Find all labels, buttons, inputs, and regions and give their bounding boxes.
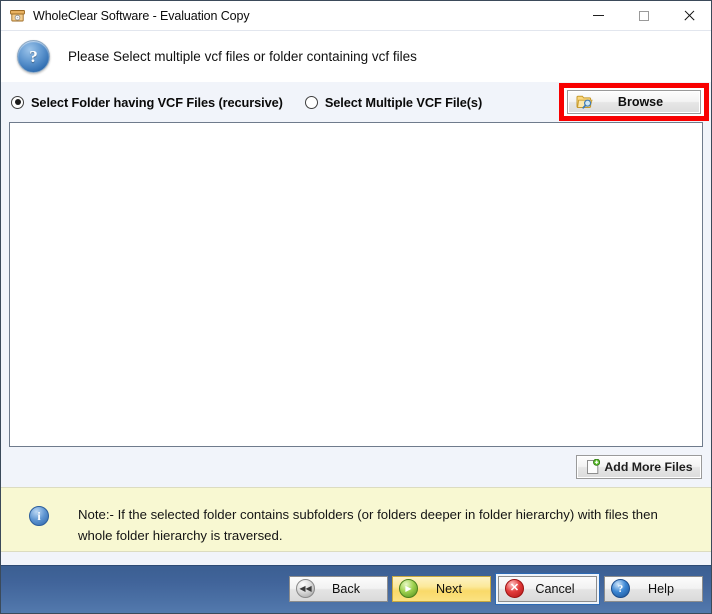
play-icon: ▶ <box>399 579 418 598</box>
browse-button-label: Browse <box>595 95 700 109</box>
window-title: WholeClear Software - Evaluation Copy <box>33 9 250 23</box>
add-more-files-button[interactable]: Add More Files <box>576 455 702 479</box>
minimize-button[interactable] <box>576 1 621 30</box>
cancel-button[interactable]: ✕ Cancel <box>498 576 597 602</box>
browse-highlight-box: Browse <box>559 83 709 121</box>
radio-label-folder: Select Folder having VCF Files (recursiv… <box>31 95 283 110</box>
footer-navigation-bar: ◀◀ Back ▶ Next ✕ Cancel ? Help <box>1 565 711 613</box>
help-button[interactable]: ? Help <box>604 576 703 602</box>
next-button[interactable]: ▶ Next <box>392 576 491 602</box>
footer-spacer <box>1 552 711 565</box>
cancel-button-focus-ring: ✕ Cancel <box>495 573 600 605</box>
browse-button[interactable]: Browse <box>567 90 701 114</box>
radio-label-files: Select Multiple VCF File(s) <box>325 95 482 110</box>
window-controls <box>576 1 711 30</box>
folder-search-icon <box>576 94 595 110</box>
application-window: WholeClear Software - Evaluation Copy ? … <box>0 0 712 614</box>
back-button[interactable]: ◀◀ Back <box>289 576 388 602</box>
close-icon <box>683 10 695 22</box>
document-plus-icon <box>586 459 600 475</box>
note-text: Note:- If the selected folder contains s… <box>78 504 668 546</box>
radio-select-folder-recursive[interactable]: Select Folder having VCF Files (recursiv… <box>11 95 283 110</box>
note-banner: i Note:- If the selected folder contains… <box>1 487 711 552</box>
cancel-button-label: Cancel <box>524 582 596 596</box>
instruction-text: Please Select multiple vcf files or fold… <box>68 49 417 64</box>
help-button-label: Help <box>630 582 702 596</box>
radio-select-multiple-files[interactable]: Select Multiple VCF File(s) <box>305 95 482 110</box>
archive-box-icon <box>9 7 26 24</box>
minimize-icon <box>593 15 604 16</box>
info-icon: i <box>29 506 49 526</box>
radio-indicator-files <box>305 96 318 109</box>
instruction-header: ? Please Select multiple vcf files or fo… <box>1 30 711 82</box>
maximize-button[interactable] <box>621 1 666 30</box>
radio-indicator-folder <box>11 96 24 109</box>
question-mark-icon: ? <box>611 579 630 598</box>
next-button-label: Next <box>418 582 490 596</box>
rewind-icon: ◀◀ <box>296 579 315 598</box>
source-option-row: Select Folder having VCF Files (recursiv… <box>1 82 711 122</box>
error-cross-icon: ✕ <box>505 579 524 598</box>
back-button-label: Back <box>315 582 387 596</box>
question-mark-icon: ? <box>17 40 50 73</box>
maximize-icon <box>639 11 649 21</box>
add-more-row: Add More Files <box>1 447 711 487</box>
close-button[interactable] <box>666 1 711 30</box>
add-more-files-label: Add More Files <box>600 460 701 474</box>
title-bar: WholeClear Software - Evaluation Copy <box>1 1 711 30</box>
file-list-area[interactable] <box>9 122 703 447</box>
